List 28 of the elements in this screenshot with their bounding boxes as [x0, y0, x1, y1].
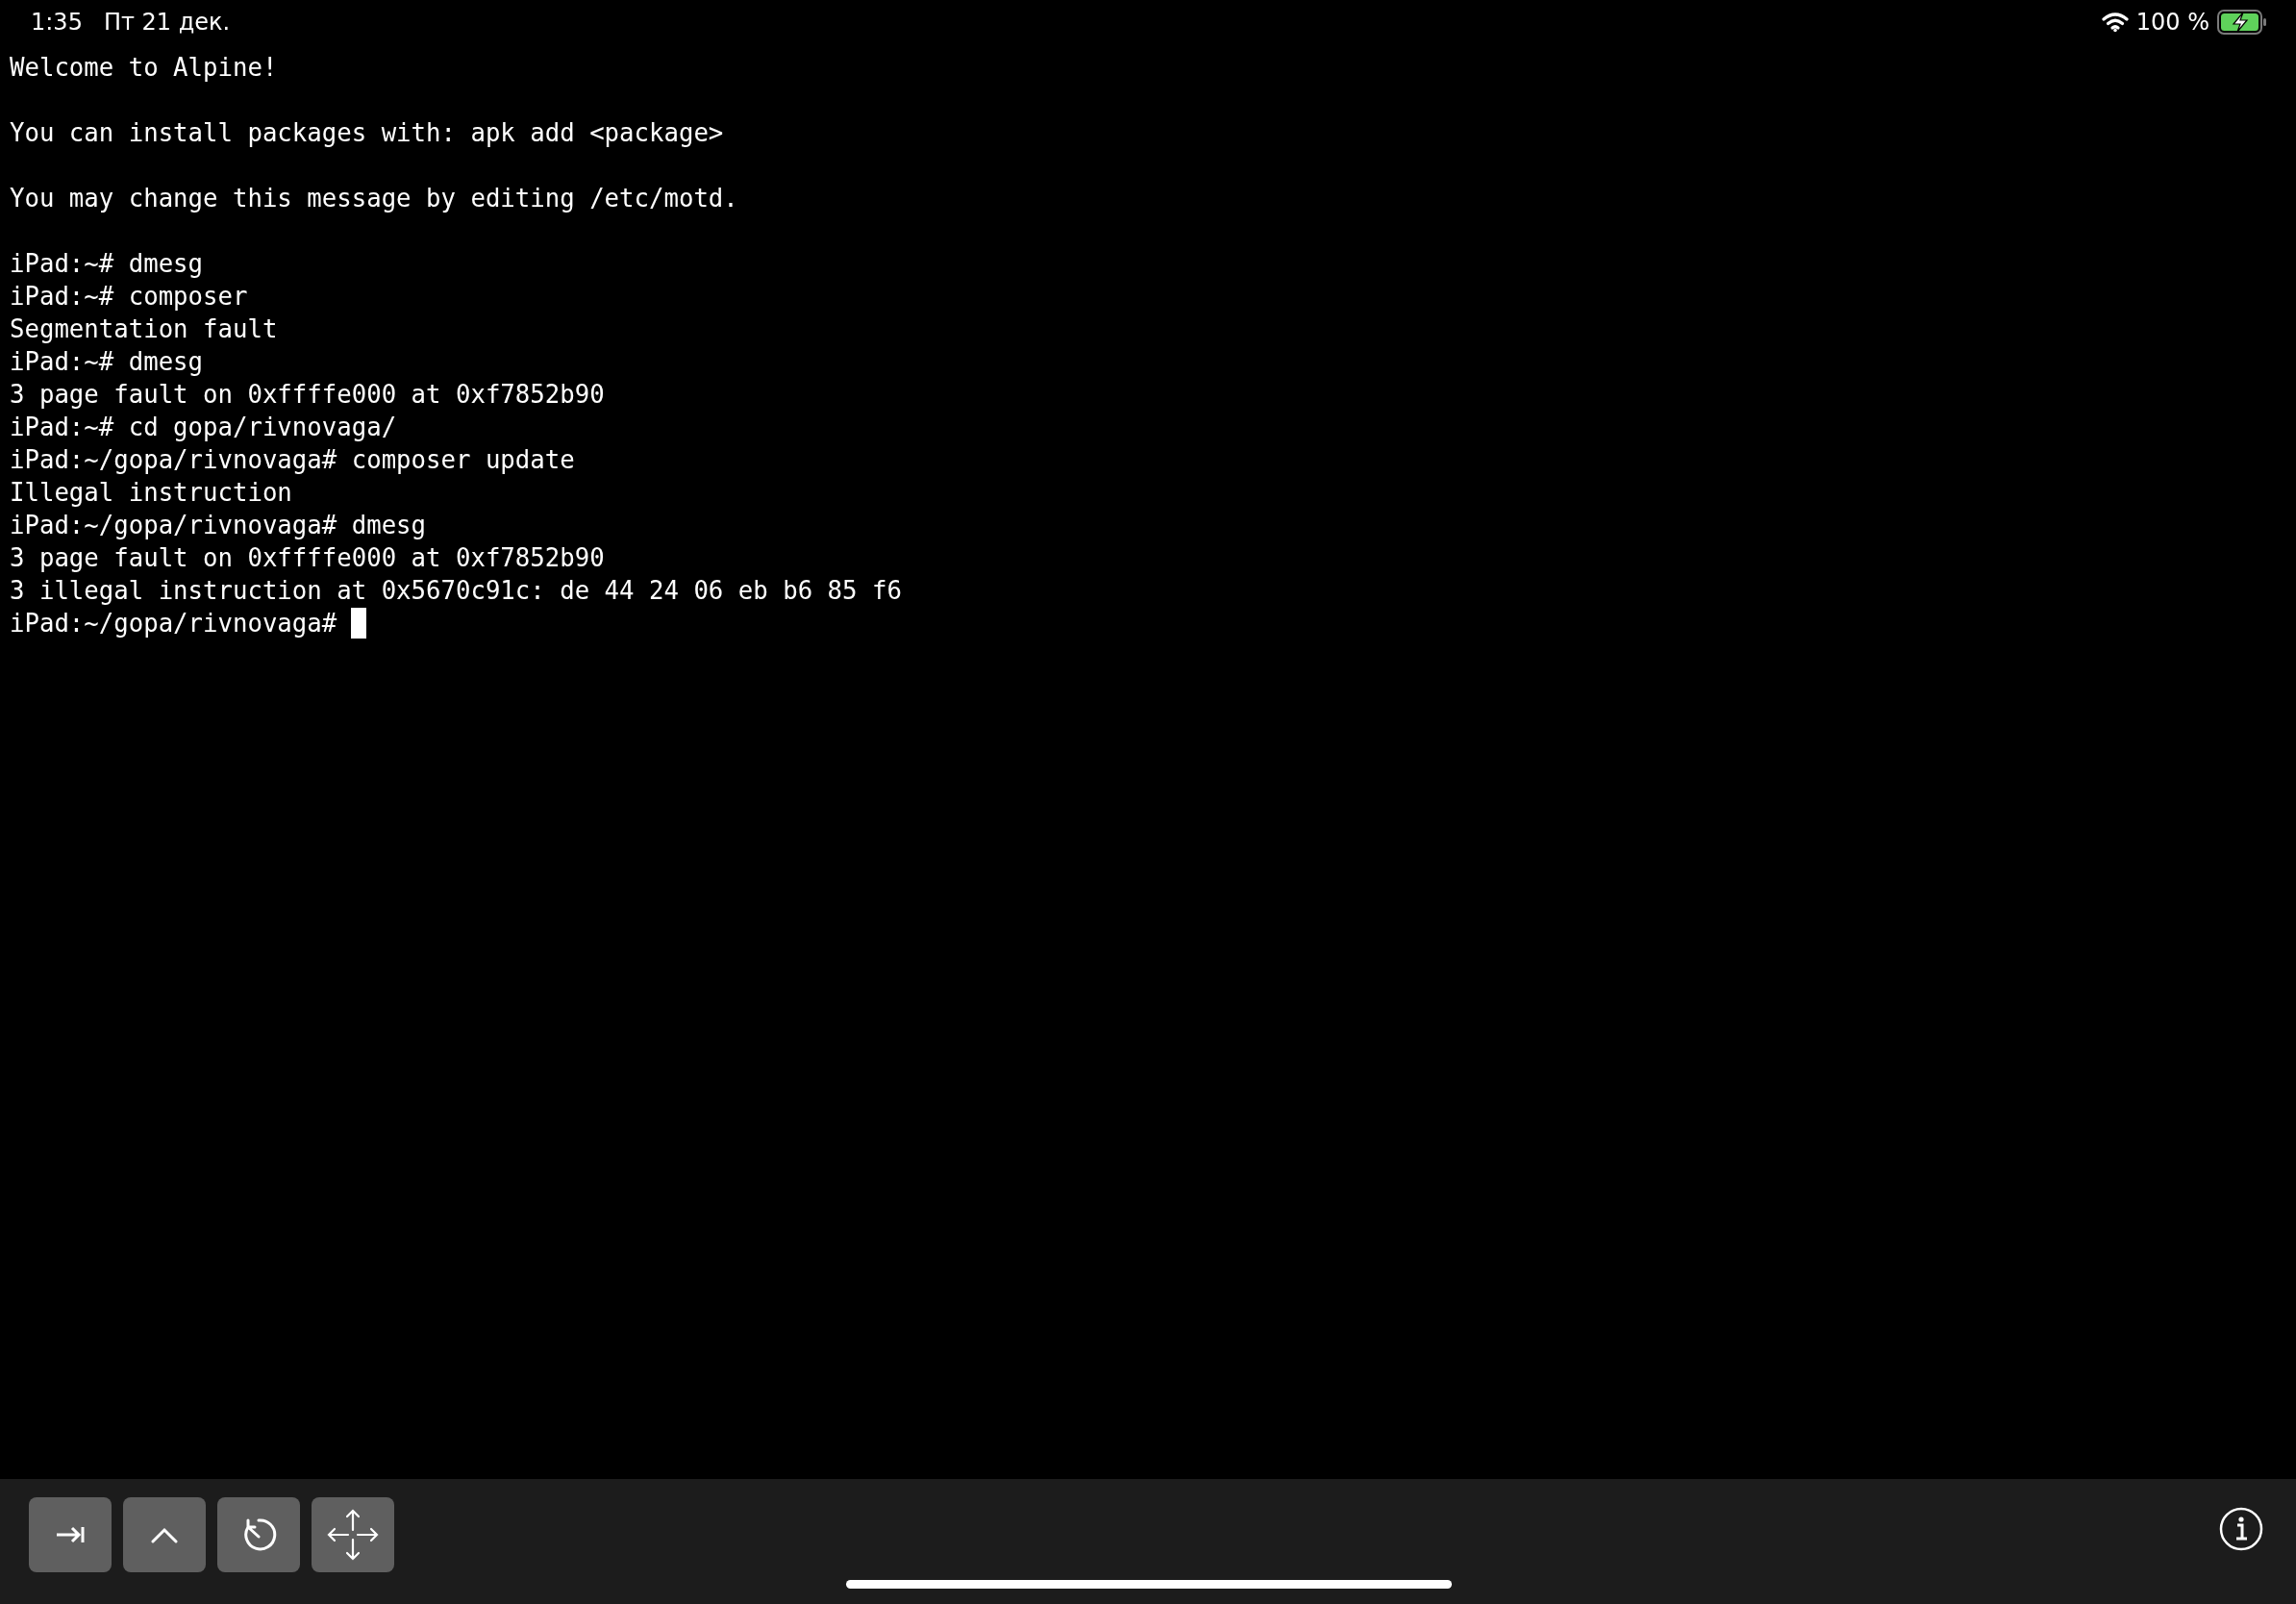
- tab-arrow-icon: [56, 1525, 85, 1544]
- terminal-line: You can install packages with: apk add <package>: [10, 117, 725, 149]
- terminal-prompt: iPad:~/gopa/rivnovaga#: [10, 608, 337, 639]
- wifi-icon: [2101, 11, 2129, 33]
- tab-key-button[interactable]: [29, 1497, 112, 1572]
- status-time: 1:35: [31, 8, 83, 36]
- terminal-line: You may change this message by editing /etc/motd.: [10, 183, 739, 214]
- terminal-line: Segmentation fault: [10, 313, 279, 345]
- terminal-line: iPad:~/gopa/rivnovaga# dmesg: [10, 510, 428, 541]
- status-date: Пт 21 дек.: [103, 8, 231, 36]
- terminal-line: Welcome to Alpine!: [10, 52, 279, 84]
- four-way-arrow-icon: [327, 1509, 379, 1561]
- text-cursor: [351, 608, 367, 639]
- info-icon: [2219, 1507, 2263, 1551]
- escape-key-button[interactable]: [217, 1497, 300, 1572]
- info-button[interactable]: [2219, 1507, 2263, 1551]
- terminal-line: iPad:~# composer: [10, 281, 249, 313]
- battery-percentage: 100 %: [2135, 8, 2209, 36]
- terminal-line: iPad:~# cd gopa/rivnovaga/: [10, 412, 398, 443]
- terminal-line: 3 page fault on 0xffffe000 at 0xf7852b90: [10, 379, 606, 411]
- terminal-line: iPad:~# dmesg: [10, 248, 205, 280]
- terminal-line: 3 page fault on 0xffffe000 at 0xf7852b90: [10, 542, 606, 574]
- caret-up-icon: [151, 1526, 178, 1543]
- terminal-line: iPad:~# dmesg: [10, 346, 205, 378]
- arrow-keys-button[interactable]: [312, 1497, 394, 1572]
- terminal-line: iPad:~/gopa/rivnovaga# composer update: [10, 444, 576, 476]
- terminal-line: 3 illegal instruction at 0x5670c91c: de 44 24 06 eb b6 85 f6: [10, 575, 903, 607]
- terminal-line: Illegal instruction: [10, 477, 293, 509]
